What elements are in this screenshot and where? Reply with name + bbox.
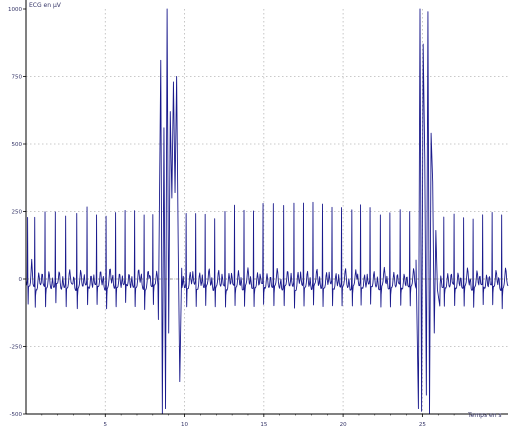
x-tick-label: 20 [340,422,347,428]
y-tick-label: 0 [19,277,23,283]
y-tick-label: -250 [10,345,23,351]
x-tick-label: 10 [181,422,188,428]
x-tick-label: 5 [104,422,108,428]
ecg-chart: -500 -250 0 250 500 750 1000 5 10 15 20 25 ECG en µ… [0,0,509,430]
x-tick-label: 25 [419,422,426,428]
y-tick-label: 250 [12,210,23,216]
y-tick-label: 1000 [8,7,22,13]
y-tick-label: 750 [12,75,23,81]
y-tick-label: 500 [12,142,23,148]
chart-svg: -500 -250 0 250 500 750 1000 5 10 15 20 25 ECG en µ… [0,0,509,430]
x-axis-label: Temps en s [467,412,502,419]
y-tick-label: -500 [10,412,23,418]
y-axis-label: ECG en µV [29,2,62,9]
x-tick-label: 15 [260,422,267,428]
